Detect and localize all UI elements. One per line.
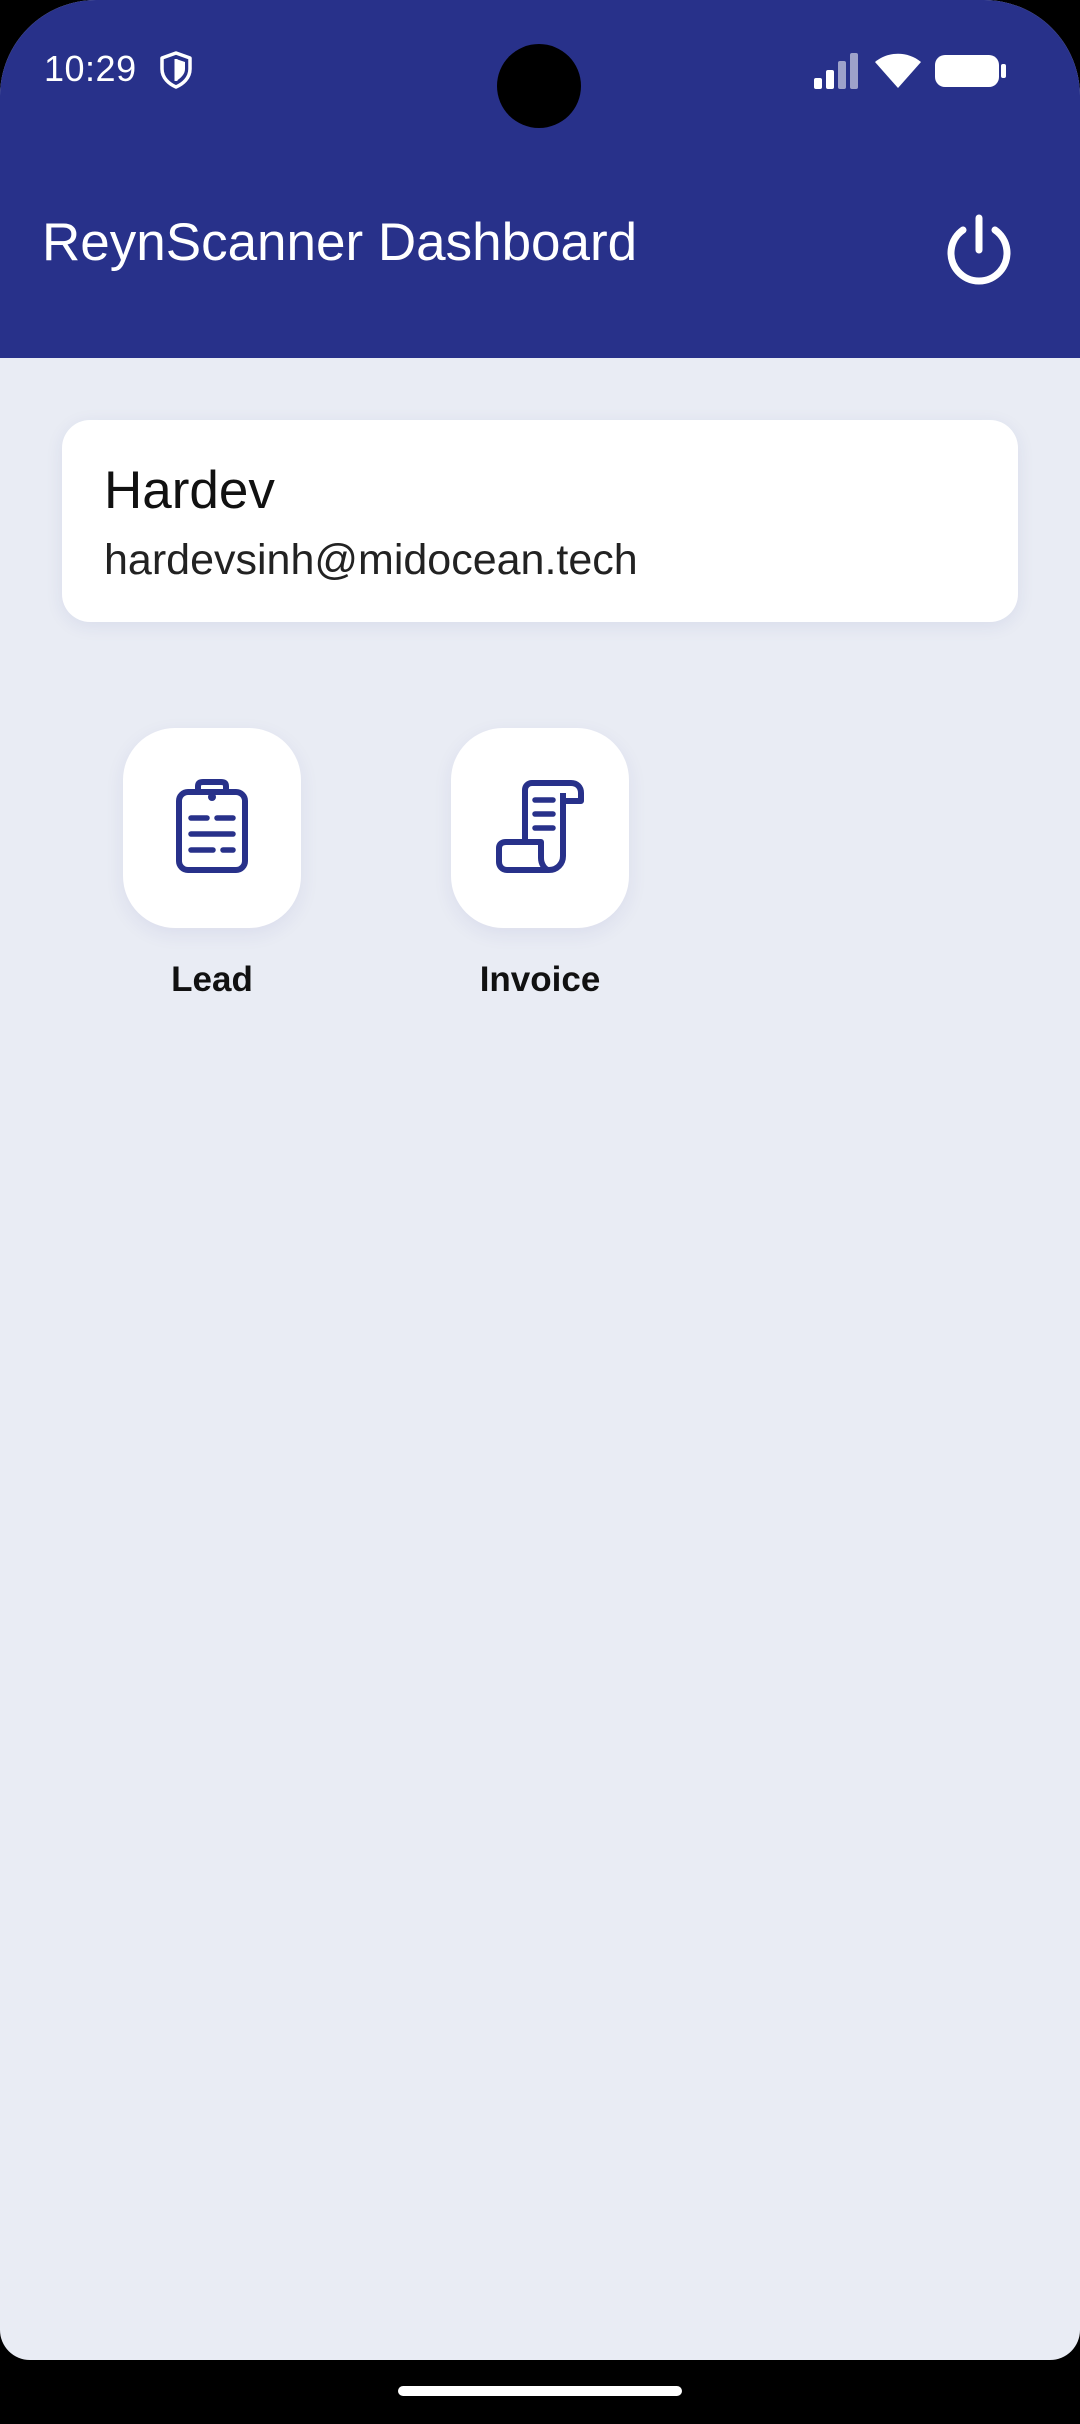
user-name: Hardev [104, 461, 275, 520]
clipboard-icon [176, 779, 248, 873]
home-indicator[interactable] [398, 2386, 682, 2396]
invoice-tile-button[interactable] [451, 728, 629, 928]
camera-cutout [497, 44, 581, 128]
lead-tile-button[interactable] [123, 728, 301, 928]
user-email: hardevsinh@midocean.tech [104, 536, 638, 584]
app-screen: 10:29 ReynScanner Dashboard Hardev harde… [0, 0, 1080, 2360]
user-profile-card: Hardev hardevsinh@midocean.tech [62, 420, 1018, 622]
signal-icon [814, 53, 858, 89]
wifi-icon [875, 53, 921, 88]
lead-label[interactable]: Lead [102, 960, 322, 1000]
status-time: 10:29 [44, 48, 137, 89]
invoice-label[interactable]: Invoice [430, 960, 650, 1000]
battery-icon [935, 55, 1006, 87]
power-icon[interactable] [938, 210, 1020, 292]
shield-icon [160, 51, 192, 89]
receipt-scroll-icon [496, 780, 584, 873]
app-title: ReynScanner Dashboard [42, 213, 638, 272]
app-bar: 10:29 ReynScanner Dashboard [0, 0, 1080, 358]
